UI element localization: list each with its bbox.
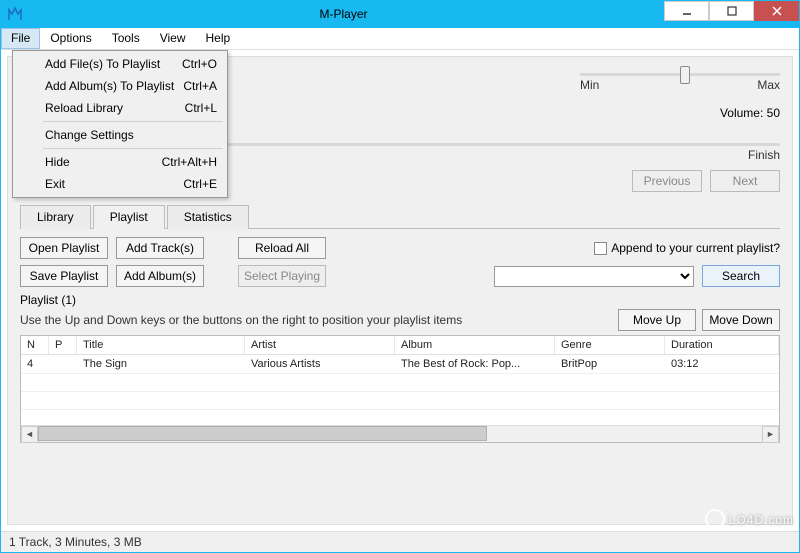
menu-add-files[interactable]: Add File(s) To Playlist Ctrl+O <box>15 53 225 75</box>
statusbar: 1 Track, 3 Minutes, 3 MB <box>1 531 799 552</box>
menu-reload-library[interactable]: Reload Library Ctrl+L <box>15 97 225 119</box>
cell-title: The Sign <box>77 355 245 373</box>
menu-shortcut: Ctrl+O <box>182 57 217 71</box>
volume-slider[interactable] <box>580 73 780 76</box>
resize-grip-icon[interactable] <box>777 535 791 549</box>
cell-genre: BritPop <box>555 355 665 373</box>
tab-strip: Library Playlist Statistics <box>20 204 780 229</box>
menu-shortcut: Ctrl+L <box>185 101 217 115</box>
menu-shortcut: Ctrl+A <box>183 79 217 93</box>
close-button[interactable] <box>754 1 799 21</box>
cell-n: 4 <box>21 355 49 373</box>
menu-add-albums[interactable]: Add Album(s) To Playlist Ctrl+A <box>15 75 225 97</box>
menu-change-settings[interactable]: Change Settings <box>15 124 225 146</box>
menu-shortcut: Ctrl+Alt+H <box>162 155 217 169</box>
volume-min-label: Min <box>580 78 599 92</box>
playlist-hint: Use the Up and Down keys or the buttons … <box>20 313 462 327</box>
menu-exit[interactable]: Exit Ctrl+E <box>15 173 225 195</box>
playlist-table: N P Title Artist Album Genre Duration 4 … <box>20 335 780 443</box>
scroll-thumb[interactable] <box>38 426 487 441</box>
volume-readout: Volume: 50 <box>720 106 780 120</box>
menu-options[interactable]: Options <box>40 28 101 49</box>
menu-hide[interactable]: Hide Ctrl+Alt+H <box>15 151 225 173</box>
horizontal-scrollbar[interactable]: ◄ ► <box>21 425 779 442</box>
cell-album: The Best of Rock: Pop... <box>395 355 555 373</box>
col-n[interactable]: N <box>21 336 49 354</box>
table-row[interactable]: 4 The Sign Various Artists The Best of R… <box>21 355 779 374</box>
tab-playlist[interactable]: Playlist <box>93 205 165 229</box>
seek-finish-label: Finish <box>748 148 780 162</box>
menu-shortcut: Ctrl+E <box>183 177 217 191</box>
menu-separator <box>43 121 223 122</box>
titlebar: M-Player <box>0 0 800 28</box>
playlist-panel: Open Playlist Add Track(s) Reload All Ap… <box>20 229 780 443</box>
search-combo[interactable] <box>494 266 694 287</box>
add-tracks-button[interactable]: Add Track(s) <box>116 237 204 259</box>
playlist-header: Playlist (1) <box>20 293 780 307</box>
save-playlist-button[interactable]: Save Playlist <box>20 265 108 287</box>
previous-button[interactable]: Previous <box>632 170 702 192</box>
minimize-button[interactable] <box>664 1 709 21</box>
cell-artist: Various Artists <box>245 355 395 373</box>
add-albums-button[interactable]: Add Album(s) <box>116 265 204 287</box>
select-playing-button[interactable]: Select Playing <box>238 265 326 287</box>
open-playlist-button[interactable]: Open Playlist <box>20 237 108 259</box>
col-duration[interactable]: Duration <box>665 336 779 354</box>
menu-label: Exit <box>45 177 65 191</box>
menu-view[interactable]: View <box>150 28 196 49</box>
window-title: M-Player <box>23 7 664 21</box>
table-row[interactable] <box>21 410 779 425</box>
tab-library[interactable]: Library <box>20 205 91 229</box>
status-text: 1 Track, 3 Minutes, 3 MB <box>9 535 142 549</box>
cell-p <box>49 355 77 373</box>
volume-max-label: Max <box>757 78 780 92</box>
app-icon <box>7 6 23 22</box>
col-artist[interactable]: Artist <box>245 336 395 354</box>
file-dropdown: Add File(s) To Playlist Ctrl+O Add Album… <box>12 50 228 198</box>
move-up-button[interactable]: Move Up <box>618 309 696 331</box>
menu-tools[interactable]: Tools <box>102 28 150 49</box>
cell-duration: 03:12 <box>665 355 779 373</box>
table-row[interactable] <box>21 374 779 392</box>
move-down-button[interactable]: Move Down <box>702 309 780 331</box>
scroll-right-icon[interactable]: ► <box>762 426 779 443</box>
menu-label: Add Album(s) To Playlist <box>45 79 174 93</box>
col-p[interactable]: P <box>49 336 77 354</box>
maximize-button[interactable] <box>709 1 754 21</box>
append-checkbox[interactable] <box>594 242 607 255</box>
col-title[interactable]: Title <box>77 336 245 354</box>
scroll-left-icon[interactable]: ◄ <box>21 426 38 443</box>
menu-label: Reload Library <box>45 101 123 115</box>
reload-all-button[interactable]: Reload All <box>238 237 326 259</box>
menu-label: Change Settings <box>45 128 134 142</box>
col-album[interactable]: Album <box>395 336 555 354</box>
tab-statistics[interactable]: Statistics <box>167 205 249 229</box>
table-row[interactable] <box>21 392 779 410</box>
append-label: Append to your current playlist? <box>611 241 780 255</box>
menu-label: Hide <box>45 155 70 169</box>
search-button[interactable]: Search <box>702 265 780 287</box>
menu-label: Add File(s) To Playlist <box>45 57 160 71</box>
volume-thumb[interactable] <box>680 66 690 84</box>
menu-separator <box>43 148 223 149</box>
menu-help[interactable]: Help <box>196 28 241 49</box>
next-button[interactable]: Next <box>710 170 780 192</box>
menu-file[interactable]: File <box>1 28 40 49</box>
table-header: N P Title Artist Album Genre Duration <box>21 336 779 355</box>
col-genre[interactable]: Genre <box>555 336 665 354</box>
menubar: File Options Tools View Help Add File(s)… <box>1 28 799 50</box>
